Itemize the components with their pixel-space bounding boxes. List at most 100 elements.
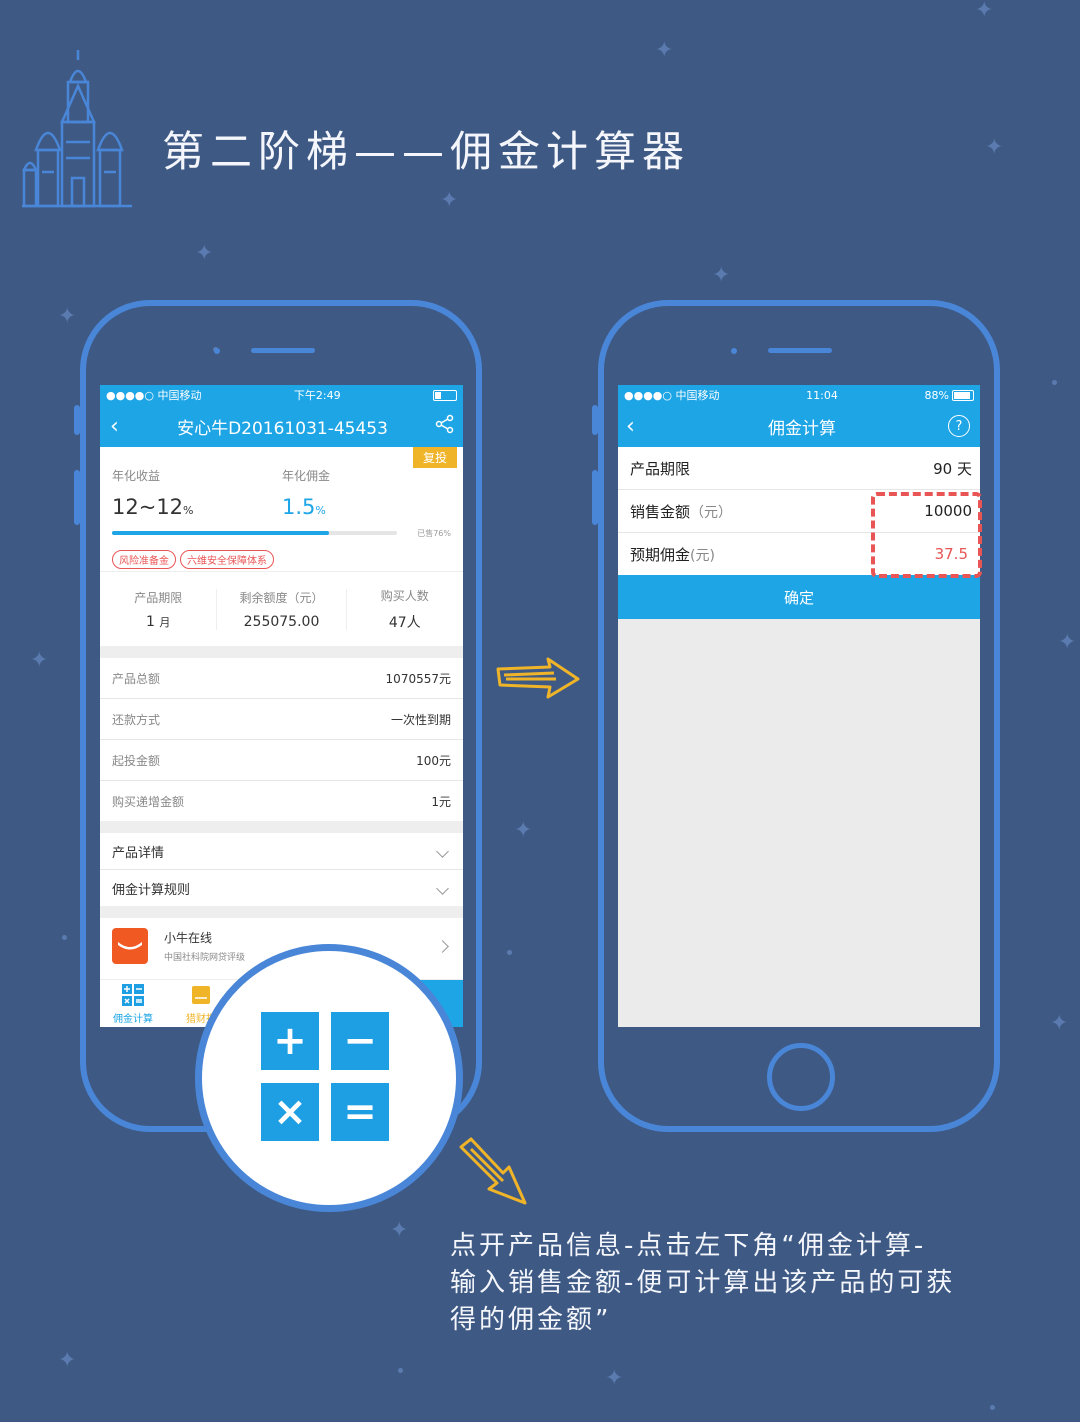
arrow-down-right-icon — [459, 1137, 527, 1205]
product-summary: 复投 年化收益 12~12% 年化佣金 1.5% 已售76% 风险准备金 六维安全… — [100, 447, 463, 571]
highlight-box — [871, 492, 982, 578]
section-separator — [100, 821, 463, 833]
star-icon: ✦ — [1050, 1011, 1069, 1036]
star-icon: ✦ — [30, 648, 49, 673]
status-time: 下午2:49 — [293, 389, 341, 402]
stats-row: 产品期限 1 月 剩余额度（元） 255075.00 购买人数 47人 — [100, 571, 463, 646]
star-icon: ✦ — [195, 241, 214, 266]
product-details-row[interactable]: 产品详情 — [100, 833, 463, 870]
expected-commission-label: 预期佣金 — [630, 545, 691, 564]
camera-dot — [731, 348, 737, 354]
caption-line: 点开产品信息-点击左下角“佣金计算- — [450, 1231, 927, 1261]
section-separator — [100, 906, 463, 918]
nav-title: 佣金计算 — [768, 418, 836, 439]
side-button — [74, 405, 80, 435]
dot-decoration — [62, 935, 67, 940]
sold-progress-fill — [112, 531, 329, 535]
company-name: 小牛在线 — [164, 931, 213, 945]
dot-decoration — [990, 1405, 995, 1410]
side-button — [994, 470, 1000, 525]
star-icon: ✦ — [985, 135, 1004, 160]
speaker-grille — [251, 348, 315, 353]
star-icon: ✦ — [1058, 630, 1077, 655]
commission-label: 年化佣金 — [282, 469, 331, 483]
phone1-screen: ●●●●○ 中国移动 下午2:49 ‹ 安心牛D20161031-45453 复… — [100, 385, 463, 1027]
star-icon: ✦ — [58, 1348, 77, 1373]
star-icon: ✦ — [390, 1218, 409, 1243]
nav-bar: ‹ 佣金计算 ? — [618, 405, 980, 447]
side-button — [592, 405, 598, 435]
star-icon: ✦ — [655, 38, 674, 63]
battery-icon — [433, 389, 457, 401]
battery-level: 88% — [924, 388, 949, 402]
equals-icon: = — [331, 1083, 389, 1141]
home-button[interactable] — [767, 1043, 835, 1111]
status-bar: ●●●●○ 中国移动 11:04 88% — [618, 385, 980, 405]
commission-value: 1.5% — [282, 495, 326, 519]
dot-decoration — [1052, 380, 1057, 385]
chevron-down-icon — [436, 844, 449, 858]
side-button — [592, 470, 598, 525]
detail-row: 还款方式 一次性到期 — [100, 699, 463, 740]
detail-list: 产品总额 1070557元 还款方式 一次性到期 起投金额 100元 购买递增金额 1元 — [100, 658, 463, 821]
tag-list: 风险准备金 六维安全保障体系 — [112, 549, 278, 569]
side-button — [74, 470, 80, 525]
detail-row: 购买递增金额 1元 — [112, 794, 451, 809]
nav-title: 安心牛D20161031-45453 — [177, 418, 388, 439]
dot-decoration — [398, 1368, 403, 1373]
sales-amount-label: 销售金额 — [630, 502, 691, 521]
detail-row: 起投金额 100元 — [100, 740, 463, 781]
battery-icon — [952, 389, 974, 401]
term-row: 产品期限 90 天 — [618, 447, 980, 490]
section-separator — [100, 646, 463, 658]
star-icon: ✦ — [514, 818, 533, 843]
calculator-magnifier: + − × = — [195, 944, 463, 1212]
side-button — [476, 470, 482, 525]
page-title: 第二阶梯——佣金计算器 — [162, 127, 691, 176]
stat-remaining: 剩余额度（元） 255075.00 — [217, 588, 347, 630]
castle-icon — [22, 50, 132, 208]
stat-term: 产品期限 1 月 — [100, 588, 218, 630]
dot-decoration — [507, 950, 512, 955]
status-bar: ●●●●○ 中国移动 下午2:49 — [100, 385, 463, 405]
arrow-right-icon — [496, 657, 580, 699]
back-icon[interactable]: ‹ — [100, 414, 140, 439]
reinvest-badge: 复投 — [412, 447, 457, 468]
chevron-down-icon — [436, 881, 449, 895]
chevron-right-icon — [436, 939, 449, 953]
yield-label: 年化收益 — [112, 469, 161, 483]
phone2-screen: ●●●●○ 中国移动 11:04 88% ‹ 佣金计算 ? 产品期限 90 天 … — [618, 385, 980, 1027]
sold-text: 已售76% — [417, 529, 451, 538]
help-icon[interactable]: ? — [948, 415, 970, 437]
status-time: 11:04 — [806, 388, 838, 402]
instruction-caption: 点开产品信息-点击左下角“佣金计算- 输入销售金额-便可计算出该产品的可获 得的… — [450, 1228, 1070, 1339]
tag-risk-reserve: 风险准备金 — [112, 550, 176, 569]
star-icon: ✦ — [58, 304, 77, 329]
sold-progress-bar — [112, 531, 397, 535]
tab-commission-calc[interactable]: 佣金计算 — [104, 984, 162, 1025]
speaker-grille — [768, 348, 832, 353]
star-icon: ✦ — [975, 0, 994, 23]
confirm-button[interactable]: 确定 — [618, 575, 980, 619]
company-logo-icon — [112, 928, 148, 964]
stat-buyers: 购买人数 47人 — [380, 588, 429, 631]
star-icon: ✦ — [605, 1366, 624, 1391]
term-value: 90 天 — [933, 459, 972, 478]
term-label: 产品期限 — [630, 459, 691, 478]
carrier-signal: ●●●●○ 中国移动 — [106, 389, 202, 402]
minus-icon: − — [331, 1012, 389, 1070]
nav-bar: ‹ 安心牛D20161031-45453 — [100, 405, 463, 447]
star-icon: ✦ — [712, 263, 731, 288]
star-icon: ✦ — [440, 188, 459, 213]
back-icon[interactable]: ‹ — [618, 414, 656, 439]
book-icon — [192, 986, 210, 1004]
caption-line: 得的佣金额” — [450, 1305, 612, 1335]
multiply-icon: × — [261, 1083, 319, 1141]
calculator-icon — [122, 984, 144, 1006]
tag-security-system: 六维安全保障体系 — [180, 550, 274, 569]
camera-dot — [214, 348, 220, 354]
company-desc: 中国社科院网贷评级 — [164, 953, 246, 963]
carrier-signal: ●●●●○ 中国移动 — [624, 389, 720, 402]
commission-rules-row[interactable]: 佣金计算规则 — [100, 870, 463, 906]
share-icon[interactable] — [425, 414, 463, 439]
